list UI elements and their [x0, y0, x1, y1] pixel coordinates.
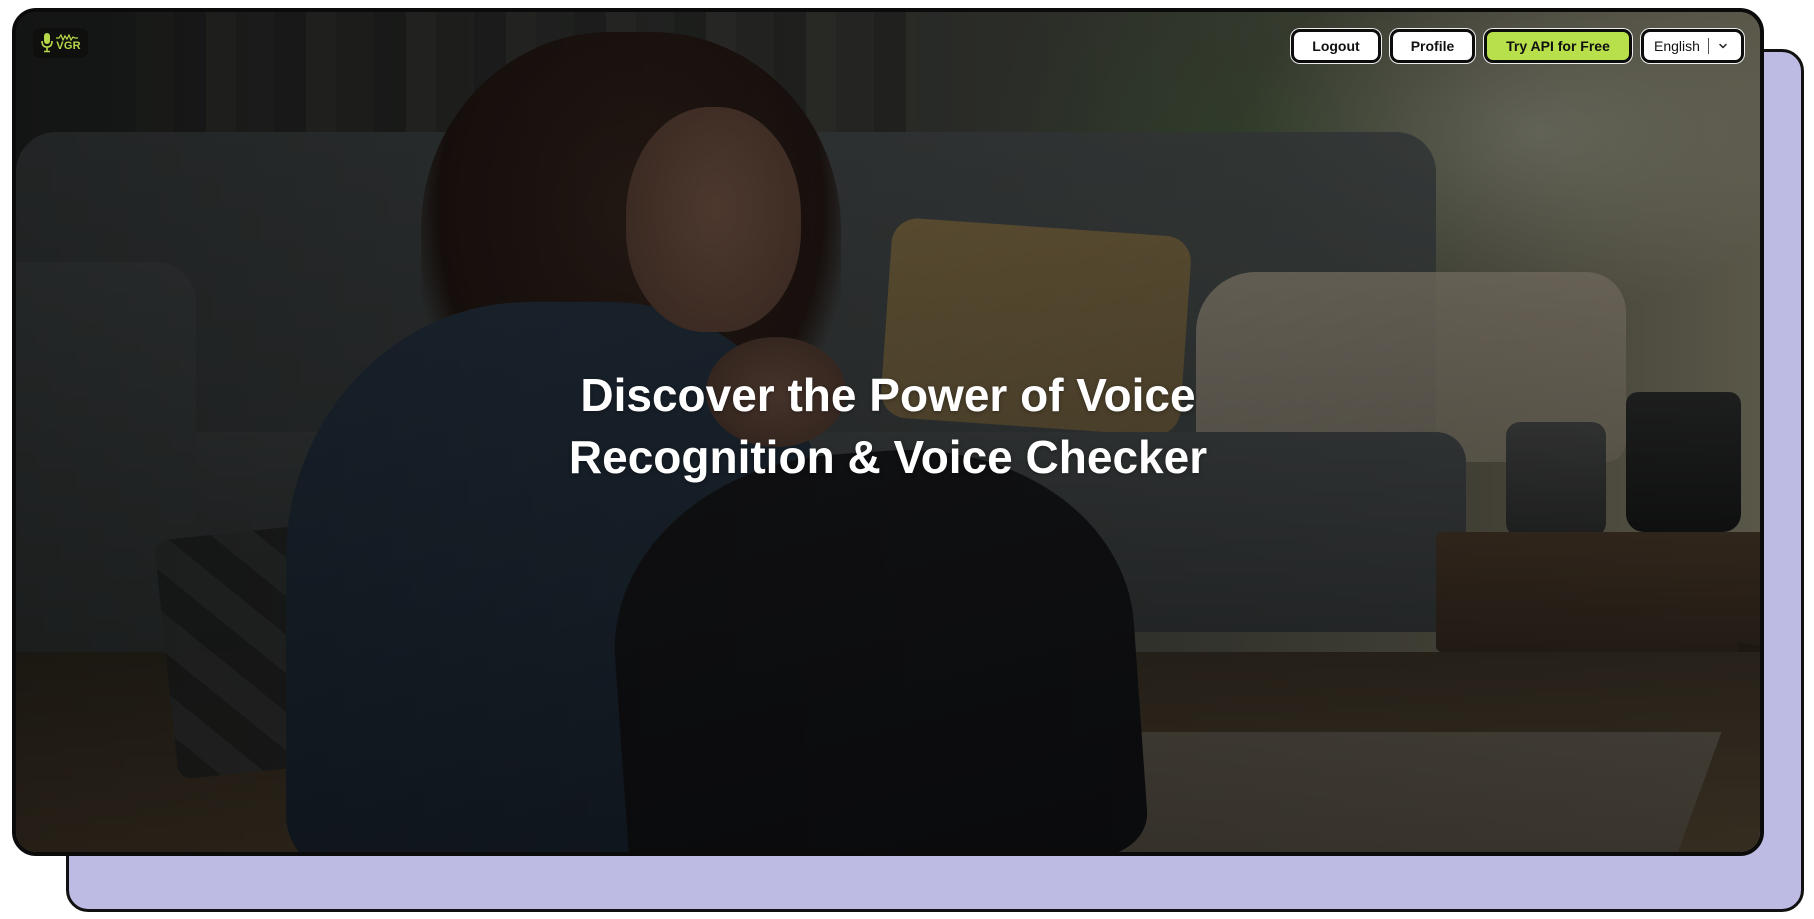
brand-logo-text: VGR: [56, 40, 81, 52]
profile-button[interactable]: Profile: [1390, 29, 1475, 63]
top-navigation: Logout Profile Try API for Free English: [1291, 29, 1744, 63]
hero-heading-line-2: Recognition & Voice Checker: [568, 431, 1208, 483]
hero-heading: Discover the Power of Voice Recognition …: [16, 364, 1760, 488]
hero-section: VGR Logout Profile Try API for Free Engl…: [12, 8, 1764, 856]
language-select[interactable]: English: [1641, 29, 1744, 63]
logout-button[interactable]: Logout: [1291, 29, 1381, 63]
chevron-down-icon: [1719, 43, 1727, 49]
page-stage: VGR Logout Profile Try API for Free Engl…: [0, 0, 1814, 919]
try-api-for-free-button[interactable]: Try API for Free: [1484, 29, 1632, 63]
brand-logo[interactable]: VGR: [33, 28, 88, 58]
microphone-icon: [41, 33, 54, 53]
language-selected-value: English: [1654, 38, 1700, 54]
language-select-divider: [1707, 38, 1709, 54]
hero-heading-line-1: Discover the Power of Voice: [580, 369, 1196, 421]
